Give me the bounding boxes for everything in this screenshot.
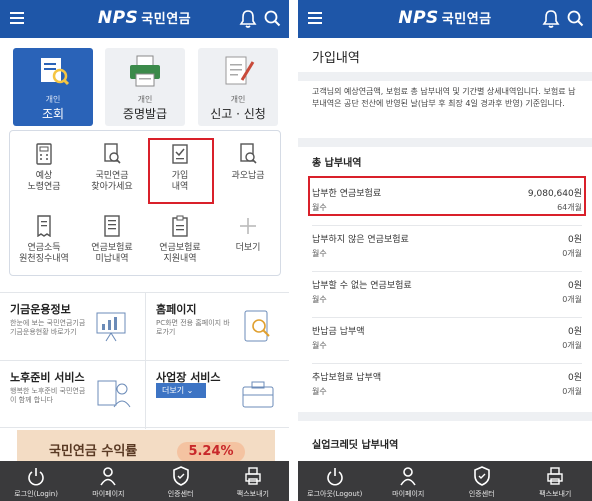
document-pen-icon — [220, 54, 256, 88]
briefcase-icon — [239, 377, 277, 411]
certificate-center-button[interactable]: 인증센터 — [145, 461, 217, 501]
category-inquiry[interactable]: 개인 조회 — [13, 48, 93, 126]
return-rate-banner[interactable]: 국민연금 수익률 5.24% — [17, 430, 275, 464]
mypage-button[interactable]: 마이페이지 — [72, 461, 144, 501]
page-title: 가입내역 — [312, 51, 360, 66]
document-list-icon — [103, 215, 121, 237]
tablet-search-icon — [239, 309, 277, 343]
fax-button[interactable]: 팩스보내기 — [217, 461, 289, 501]
search-icon[interactable] — [263, 9, 281, 29]
printer-icon — [244, 466, 262, 486]
document-search-icon — [239, 143, 257, 165]
plus-icon — [239, 215, 257, 237]
grid-item-unpaid[interactable]: 연금보험료 미납내역 — [78, 207, 146, 275]
grid-item-overpayment[interactable]: 과오납금 — [214, 135, 282, 203]
category-report-apply[interactable]: 개인 신고 · 신청 — [198, 48, 278, 126]
clipboard-icon — [171, 215, 189, 237]
subscription-history-screen: NPS 국민연금 가입내역 고객님의 예상연금액, 보험료 총 납부내역 및 기간… — [298, 0, 592, 501]
divider — [298, 412, 592, 421]
info-row-2: 노후준비 서비스 행복한 노후준비 국민연금이 함께 합니다 사업장 서비스 더… — [0, 360, 289, 429]
calculator-icon — [35, 143, 53, 165]
document-search-icon — [35, 54, 71, 88]
inquiry-menu-grid: 예상 노령연금 국민연금 찾아가세요 가입 내역 과오납금 연금소득 원천징수내역 연금… — [9, 130, 281, 276]
screen-divider — [289, 0, 298, 501]
category-cards: 개인 조회 개인 증명발급 개인 신고 · 신청 — [13, 48, 278, 130]
fax-button[interactable]: 팩스보내기 — [519, 461, 592, 501]
printer-icon — [127, 54, 163, 88]
shield-icon — [172, 466, 190, 486]
return-rate-value: 5.24% — [177, 442, 245, 462]
grid-item-more[interactable]: 더보기 — [214, 207, 282, 275]
bottom-bar: 로그인(Login) 마이페이지 인증센터 팩스보내기 — [0, 461, 289, 501]
grid-item-support[interactable]: 연금보험료 지원내역 — [146, 207, 214, 275]
grid-item-find-pension[interactable]: 국민연금 찾아가세요 — [78, 135, 146, 203]
bell-icon[interactable] — [542, 9, 560, 29]
section-title-total: 총 납부내역 — [312, 158, 362, 169]
business-service-card[interactable]: 사업장 서비스 더보기 ⌄ — [145, 361, 289, 429]
login-button[interactable]: 로그인(Login) — [0, 461, 72, 501]
bottom-bar: 로그아웃(Logout) 마이페이지 인증센터 팩스보내기 — [298, 461, 592, 501]
section-title-unemployment: 실업크레딧 납부내역 — [312, 440, 399, 451]
chart-board-icon — [94, 309, 132, 343]
document-search-icon — [103, 143, 121, 165]
divider — [298, 72, 592, 81]
top-bar: NPS 국민연금 — [0, 0, 289, 38]
certificate-center-button[interactable]: 인증센터 — [445, 461, 519, 501]
grid-item-expected-pension[interactable]: 예상 노령연금 — [10, 135, 78, 203]
payment-row: 반납금 납부액 0원 월수 0개월 — [312, 318, 582, 364]
logout-button[interactable]: 로그아웃(Logout) — [298, 461, 372, 501]
retirement-service-card[interactable]: 노후준비 서비스 행복한 노후준비 국민연금이 함께 합니다 — [0, 361, 144, 429]
fund-info-card[interactable]: 기금운용정보 한눈에 보는 국민연금기금 기금운용현황 바로가기 — [0, 293, 144, 361]
homepage-card[interactable]: 홈페이지 PC화면 전용 홈페이지 바로가기 — [145, 293, 289, 361]
divider — [298, 138, 592, 147]
top-bar: NPS 국민연금 — [298, 0, 592, 38]
payment-row: 납부하지 않은 연금보험료 0원 월수 0개월 — [312, 226, 582, 272]
more-button[interactable]: 더보기 ⌄ — [156, 383, 206, 398]
printer-icon — [546, 466, 564, 486]
category-certificate[interactable]: 개인 증명발급 — [105, 48, 185, 126]
power-icon — [326, 466, 344, 486]
home-screen: NPS 국민연금 개인 조회 개인 증명발급 개인 신고 · 신청 예상 노령연… — [0, 0, 289, 501]
info-row-1: 기금운용정보 한눈에 보는 국민연금기금 기금운용현황 바로가기 홈페이지 PC… — [0, 292, 289, 361]
bell-icon[interactable] — [239, 9, 257, 29]
shield-icon — [473, 466, 491, 486]
person-icon — [399, 466, 417, 486]
search-icon[interactable] — [566, 9, 584, 29]
person-document-icon — [94, 377, 132, 411]
grid-item-withholding[interactable]: 연금소득 원천징수내역 — [10, 207, 78, 275]
payment-row: 납부할 수 없는 연금보험료 0원 월수 0개월 — [312, 272, 582, 318]
receipt-icon — [35, 215, 53, 237]
highlight-box — [308, 176, 586, 216]
person-icon — [99, 466, 117, 486]
power-icon — [27, 466, 45, 486]
mypage-button[interactable]: 마이페이지 — [372, 461, 446, 501]
page-description: 고객님의 예상연금액, 보험료 총 납부내역 및 기간별 상세내역입니다. 보험… — [312, 87, 576, 108]
payment-row: 추납보험료 납부액 0원 월수 0개월 — [312, 373, 582, 396]
highlight-box — [148, 138, 214, 204]
